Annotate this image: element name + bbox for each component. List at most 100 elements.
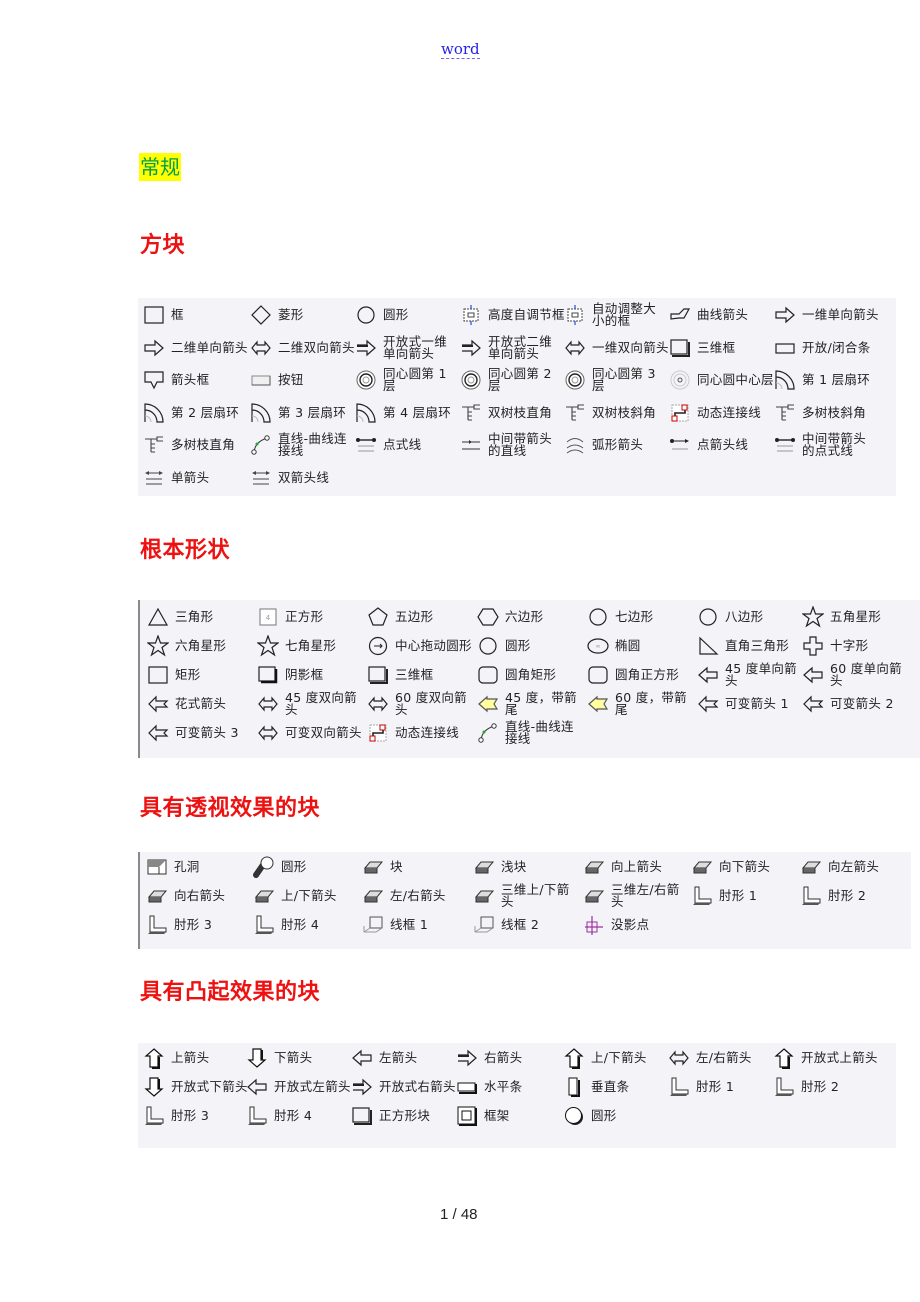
stencil-item[interactable]: 肘形 2	[800, 882, 866, 910]
stencil-item[interactable]: 浅块	[473, 853, 527, 881]
stencil-item[interactable]: 多树枝直角	[143, 431, 235, 459]
stencil-item[interactable]: 十字形	[802, 632, 868, 660]
stencil-item[interactable]: 向右箭头	[146, 882, 225, 910]
stencil-item[interactable]: 弧形箭头	[564, 431, 643, 459]
stencil-item[interactable]: 开放式一维单向箭头	[355, 334, 459, 362]
stencil-item[interactable]: 开放式右箭头	[351, 1073, 456, 1101]
stencil-item[interactable]: 中间带箭头的点式线	[774, 431, 878, 459]
stencil-item[interactable]: 按钮	[250, 366, 304, 394]
stencil-item[interactable]: 肘形 4	[246, 1102, 312, 1130]
stencil-item[interactable]: 可变箭头 3	[147, 719, 239, 747]
stencil-item[interactable]: 中间带箭头的直线	[460, 431, 564, 459]
stencil-item[interactable]: 一维双向箭头	[564, 334, 669, 362]
stencil-item[interactable]: 同心圆中心层	[669, 366, 774, 394]
stencil-item[interactable]: 自动调整大小的框	[564, 301, 668, 329]
stencil-item[interactable]: 六角星形	[147, 632, 226, 660]
stencil-item[interactable]: 开放式上箭头	[773, 1044, 878, 1072]
stencil-item[interactable]: 二维双向箭头	[250, 334, 355, 362]
stencil-item[interactable]: 开放式下箭头	[143, 1073, 248, 1101]
stencil-item[interactable]: 双箭头线	[250, 464, 329, 492]
stencil-item[interactable]: 直角三角形	[697, 632, 789, 660]
stencil-item[interactable]: 三维上/下箭头	[473, 882, 577, 910]
stencil-item[interactable]: 水平条	[456, 1073, 522, 1101]
stencil-item[interactable]: 第 4 层扇环	[355, 399, 459, 427]
stencil-item[interactable]: 框架	[456, 1102, 510, 1130]
stencil-item[interactable]: 圆形	[563, 1102, 617, 1130]
stencil-item[interactable]: 阴影框	[257, 661, 323, 689]
stencil-item[interactable]: 肘形 3	[143, 1102, 209, 1130]
stencil-item[interactable]: 开放式二维单向箭头	[460, 334, 564, 362]
stencil-item[interactable]: 上箭头	[143, 1044, 209, 1072]
stencil-item[interactable]: 肘形 2	[773, 1073, 839, 1101]
stencil-item[interactable]: 垂直条	[563, 1073, 629, 1101]
stencil-item[interactable]: 45 度单向箭头	[697, 661, 801, 689]
stencil-item[interactable]: 开放式左箭头	[246, 1073, 351, 1101]
stencil-item[interactable]: 可变箭头 2	[802, 690, 894, 718]
stencil-item[interactable]: 左/右箭头	[362, 882, 446, 910]
stencil-item[interactable]: 框	[143, 301, 184, 329]
stencil-item[interactable]: 第 2 层扇环	[143, 399, 247, 427]
stencil-item[interactable]: 肘形 3	[146, 911, 212, 939]
stencil-item[interactable]: 直线-曲线连接线	[477, 719, 581, 747]
stencil-item[interactable]: 同心圆第 2 层	[460, 366, 564, 394]
stencil-item[interactable]: 双树枝直角	[460, 399, 552, 427]
stencil-item[interactable]: 同心圆第 1 层	[355, 366, 459, 394]
stencil-item[interactable]: 第 1 层扇环	[774, 366, 878, 394]
stencil-item[interactable]: 三维左/右箭头	[583, 882, 687, 910]
stencil-item[interactable]: 五边形	[367, 603, 433, 631]
stencil-item[interactable]: 高度自调节框	[460, 301, 565, 329]
stencil-item[interactable]: 60 度单向箭头	[802, 661, 906, 689]
stencil-item[interactable]: 向左箭头	[800, 853, 879, 881]
stencil-item[interactable]: 向下箭头	[691, 853, 770, 881]
stencil-item[interactable]: 五角星形	[802, 603, 881, 631]
stencil-item[interactable]: 块	[362, 853, 403, 881]
stencil-item[interactable]: ∞ 椭圆	[587, 632, 641, 660]
stencil-item[interactable]: 孔洞	[146, 853, 200, 881]
stencil-item[interactable]: 三角形	[147, 603, 213, 631]
stencil-item[interactable]: 六边形	[477, 603, 543, 631]
stencil-item[interactable]: 圆角矩形	[477, 661, 556, 689]
stencil-item[interactable]: 花式箭头	[147, 690, 226, 718]
stencil-item[interactable]: 左/右箭头	[668, 1044, 752, 1072]
stencil-item[interactable]: 动态连接线	[669, 399, 761, 427]
header-word-link[interactable]: word	[441, 40, 480, 59]
stencil-item[interactable]: 没影点	[583, 911, 649, 939]
stencil-item[interactable]: 60 度，带箭尾	[587, 690, 691, 718]
stencil-item[interactable]: 下箭头	[246, 1044, 312, 1072]
stencil-item[interactable]: 直线-曲线连接线	[250, 431, 354, 459]
stencil-item[interactable]: 圆角正方形	[587, 661, 679, 689]
stencil-item[interactable]: 曲线箭头	[669, 301, 748, 329]
stencil-item[interactable]: 动态连接线	[367, 719, 459, 747]
stencil-item[interactable]: 箭头框	[143, 366, 209, 394]
stencil-item[interactable]: 开放/闭合条	[774, 334, 871, 362]
stencil-item[interactable]: 双树枝斜角	[564, 399, 656, 427]
stencil-item[interactable]: 八边形	[697, 603, 763, 631]
stencil-item[interactable]: 单箭头	[143, 464, 209, 492]
stencil-item[interactable]: 60 度双向箭头	[367, 690, 471, 718]
stencil-item[interactable]: 圆形	[253, 853, 307, 881]
stencil-item[interactable]: 上/下箭头	[253, 882, 337, 910]
stencil-item[interactable]: 三维框	[669, 334, 735, 362]
stencil-item[interactable]: 圆形	[477, 632, 531, 660]
stencil-item[interactable]: 肘形 4	[253, 911, 319, 939]
stencil-item[interactable]: 线框 2	[473, 911, 539, 939]
stencil-item[interactable]: 左箭头	[351, 1044, 417, 1072]
stencil-item[interactable]: 正方形块	[351, 1102, 430, 1130]
stencil-item[interactable]: 三维框	[367, 661, 433, 689]
stencil-item[interactable]: 肘形 1	[668, 1073, 734, 1101]
stencil-item[interactable]: 向上箭头	[583, 853, 662, 881]
stencil-item[interactable]: 可变箭头 1	[697, 690, 789, 718]
stencil-item[interactable]: 七角星形	[257, 632, 336, 660]
stencil-item[interactable]: 点箭头线	[669, 431, 748, 459]
stencil-item[interactable]: 菱形	[250, 301, 304, 329]
stencil-item[interactable]: 七边形	[587, 603, 653, 631]
stencil-item[interactable]: 45 度，带箭尾	[477, 690, 581, 718]
stencil-item[interactable]: 上/下箭头	[563, 1044, 647, 1072]
stencil-item[interactable]: 中心拖动圆形	[367, 632, 472, 660]
stencil-item[interactable]: 可变双向箭头	[257, 719, 362, 747]
stencil-item[interactable]: 线框 1	[362, 911, 428, 939]
stencil-item[interactable]: 一维单向箭头	[774, 301, 879, 329]
stencil-item[interactable]: 4 正方形	[257, 603, 323, 631]
stencil-item[interactable]: 右箭头	[456, 1044, 522, 1072]
stencil-item[interactable]: 同心圆第 3 层	[564, 366, 668, 394]
